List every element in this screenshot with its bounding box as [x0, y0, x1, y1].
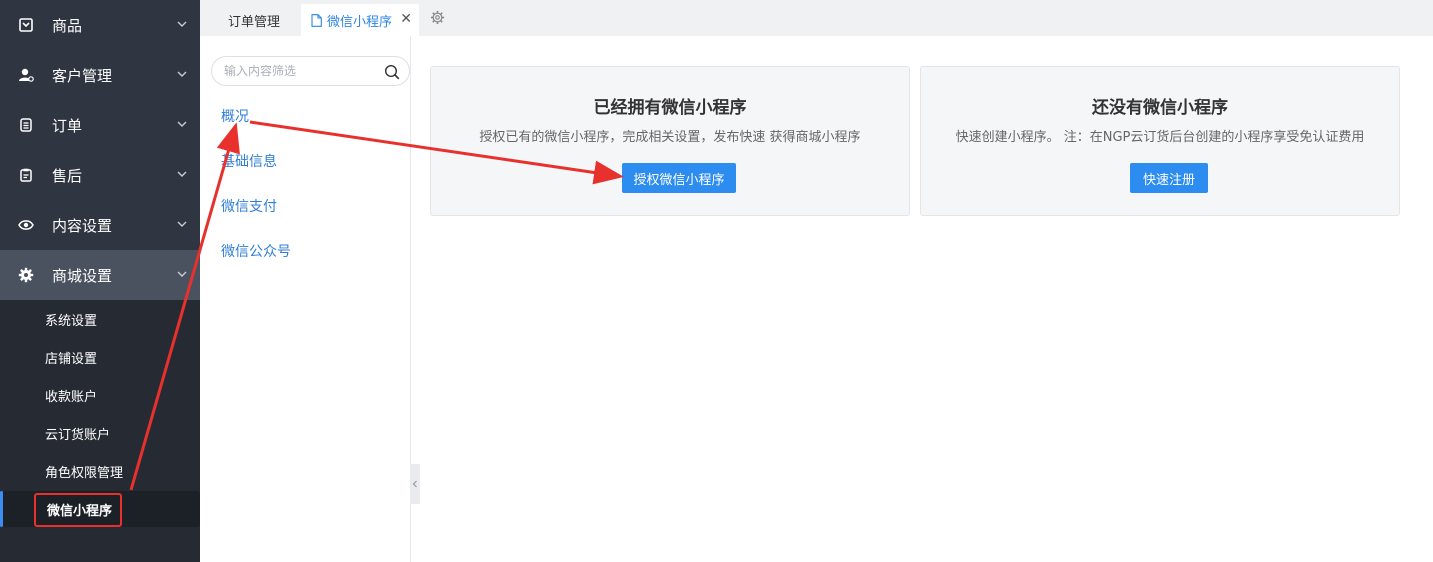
- menu-item-store-settings[interactable]: 商城设置: [0, 250, 200, 300]
- card-no-mini-program: 还没有微信小程序 快速创建小程序。 注：在NGP云订货后台创建的小程序享受免认证…: [920, 66, 1400, 216]
- menu-label: 售后: [52, 166, 83, 185]
- chevron-down-icon: [177, 121, 187, 127]
- card-existing-mini-program: 已经拥有微信小程序 授权已有的微信小程序，完成相关设置，发布快速 获得商城小程序…: [430, 66, 910, 216]
- tab-wechat-mini-program[interactable]: 微信小程序 ✕: [301, 4, 419, 36]
- submenu-label: 店铺设置: [45, 351, 98, 367]
- chevron-down-icon: [177, 171, 187, 177]
- nav-link-wechat-official-account[interactable]: 微信公众号: [221, 241, 291, 261]
- card-title: 已经拥有微信小程序: [593, 98, 747, 118]
- document-icon: [311, 13, 322, 27]
- tab-label: 微信小程序: [327, 14, 393, 30]
- collapse-panel-handle[interactable]: [410, 464, 420, 504]
- chevron-down-icon: [177, 221, 187, 227]
- submenu-item-cloud-ordering-account[interactable]: 云订货账户: [0, 414, 200, 452]
- user-icon: [18, 67, 34, 83]
- list-icon: [18, 117, 34, 133]
- clipboard-icon: [18, 167, 34, 183]
- menu-label: 商品: [52, 16, 83, 35]
- card-title: 还没有微信小程序: [1092, 98, 1228, 118]
- chevron-left-icon: [412, 480, 417, 488]
- tab-label: 订单管理: [228, 14, 281, 30]
- card-description: 授权已有的微信小程序，完成相关设置，发布快速 获得商城小程序: [479, 130, 861, 145]
- chevron-down-icon: [177, 21, 187, 27]
- nav-link-overview[interactable]: 概况: [221, 106, 249, 126]
- filter-search-box: [211, 56, 410, 86]
- menu-item-customers[interactable]: 客户管理: [0, 50, 200, 100]
- search-icon[interactable]: [384, 64, 400, 80]
- tab-bar: 订单管理 微信小程序 ✕: [200, 0, 1433, 36]
- quick-register-button[interactable]: 快速注册: [1130, 163, 1208, 193]
- menu-label: 订单: [52, 116, 83, 135]
- chevron-down-icon: [177, 271, 187, 277]
- menu-item-content-settings[interactable]: 内容设置: [0, 200, 200, 250]
- card-description: 快速创建小程序。 注：在NGP云订货后台创建的小程序享受免认证费用: [955, 130, 1365, 145]
- box-icon: [18, 17, 34, 33]
- submenu-item-wechat-mini-program[interactable]: 微信小程序: [0, 491, 200, 527]
- submenu-item-shop-settings[interactable]: 店铺设置: [0, 338, 200, 376]
- submenu-label: 微信小程序: [47, 503, 113, 519]
- chevron-down-icon: [177, 71, 187, 77]
- secondary-nav: 概况 基础信息 微信支付 微信公众号: [200, 36, 411, 562]
- menu-item-orders[interactable]: 订单: [0, 100, 200, 150]
- submenu-item-payment-accounts[interactable]: 收款账户: [0, 376, 200, 414]
- settings-gear-icon[interactable]: [430, 10, 445, 25]
- eye-icon: [18, 217, 34, 233]
- menu-label: 客户管理: [52, 66, 113, 85]
- menu-label: 内容设置: [52, 216, 113, 235]
- nav-link-basic-info[interactable]: 基础信息: [221, 151, 277, 171]
- authorize-mini-program-button[interactable]: 授权微信小程序: [622, 163, 736, 193]
- close-icon[interactable]: ✕: [400, 11, 412, 27]
- submenu-label: 收款账户: [45, 389, 98, 405]
- menu-item-after-sales[interactable]: 售后: [0, 150, 200, 200]
- submenu-label: 系统设置: [45, 313, 98, 329]
- tab-order-management[interactable]: 订单管理: [214, 4, 294, 36]
- nav-link-wechat-pay[interactable]: 微信支付: [221, 196, 277, 216]
- sidebar: 商品 客户管理 订单 售后 内容设置 商城设置 系统设置 店铺设置 收款账户 云…: [0, 0, 200, 562]
- submenu-label: 角色权限管理: [45, 465, 124, 481]
- gear-icon: [18, 267, 34, 283]
- submenu-item-role-permissions[interactable]: 角色权限管理: [0, 452, 200, 490]
- menu-label: 商城设置: [52, 266, 113, 285]
- store-settings-submenu: 系统设置 店铺设置 收款账户 云订货账户 角色权限管理 微信小程序: [0, 300, 200, 562]
- filter-search-input[interactable]: [224, 63, 374, 79]
- submenu-item-system-settings[interactable]: 系统设置: [0, 300, 200, 338]
- menu-item-products[interactable]: 商品: [0, 0, 200, 50]
- submenu-label: 云订货账户: [45, 427, 111, 443]
